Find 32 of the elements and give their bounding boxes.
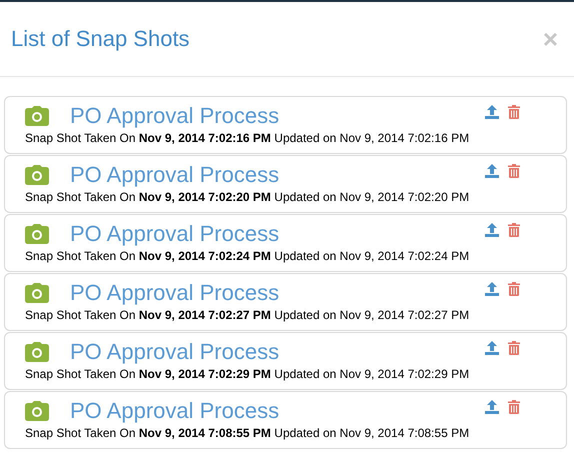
- snapshot-title[interactable]: PO Approval Process: [70, 398, 280, 424]
- camera-icon: [25, 283, 49, 303]
- dialog-title: List of Snap Shots: [11, 28, 190, 50]
- camera-icon: [25, 342, 49, 362]
- trash-icon[interactable]: [508, 223, 520, 237]
- trash-icon[interactable]: [508, 282, 520, 296]
- snapshot-title[interactable]: PO Approval Process: [70, 221, 280, 247]
- trash-icon[interactable]: [508, 341, 520, 355]
- snapshot-title[interactable]: PO Approval Process: [70, 162, 280, 188]
- close-button[interactable]: ×: [542, 26, 558, 52]
- snapshot-details: Snap Shot Taken On Nov 9, 2014 7:02:27 PM Updated on Nov 9, 2014 7:02:27 PM: [25, 307, 470, 323]
- snapshot-details: Snap Shot Taken On Nov 9, 2014 7:02:16 PM Updated on Nov 9, 2014 7:02:16 PM: [25, 130, 470, 146]
- snapshot-title[interactable]: PO Approval Process: [70, 280, 280, 306]
- snapshot-details: Snap Shot Taken On Nov 9, 2014 7:02:20 PM Updated on Nov 9, 2014 7:02:20 PM: [25, 189, 470, 205]
- trash-icon[interactable]: [508, 400, 520, 414]
- trash-icon[interactable]: [508, 105, 520, 119]
- upload-icon[interactable]: [485, 400, 499, 414]
- snapshot-details: Snap Shot Taken On Nov 9, 2014 7:08:55 PM Updated on Nov 9, 2014 7:08:55 PM: [25, 425, 470, 441]
- snapshot-title[interactable]: PO Approval Process: [70, 103, 280, 129]
- snapshot-details: Snap Shot Taken On Nov 9, 2014 7:02:24 PM Updated on Nov 9, 2014 7:02:24 PM: [25, 248, 470, 264]
- upload-icon[interactable]: [485, 282, 499, 296]
- upload-icon[interactable]: [485, 223, 499, 237]
- upload-icon[interactable]: [485, 341, 499, 355]
- upload-icon[interactable]: [485, 164, 499, 178]
- upload-icon[interactable]: [485, 105, 499, 119]
- camera-icon: [25, 401, 49, 421]
- trash-icon[interactable]: [508, 164, 520, 178]
- snapshot-title[interactable]: PO Approval Process: [70, 339, 280, 365]
- camera-icon: [25, 106, 49, 126]
- camera-icon: [25, 224, 49, 244]
- snapshot-details: Snap Shot Taken On Nov 9, 2014 7:02:29 PM Updated on Nov 9, 2014 7:02:29 PM: [25, 366, 470, 382]
- camera-icon: [25, 165, 49, 185]
